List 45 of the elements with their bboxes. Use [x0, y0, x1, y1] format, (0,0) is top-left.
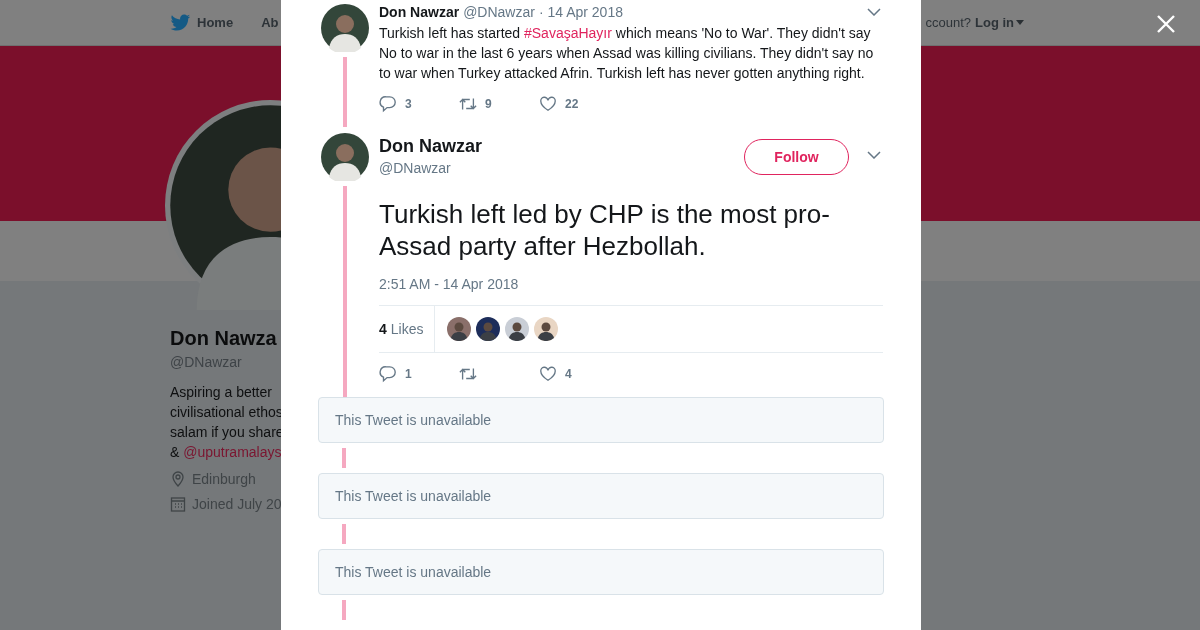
tweet-text: Turkish left has started #SavaşaHayır which means 'No to War'. They didn't say No to war in the last 6 years when Assad was killing civilians. They didn't say no to war when Turkey attacked Afrin. Turkish left has never gotten anything right.: [379, 24, 875, 83]
avatar-icon[interactable]: [321, 133, 369, 181]
retweet-count: 9: [485, 97, 492, 111]
nav-link[interactable]: Ab: [261, 15, 279, 30]
unavailable-notice: This Tweet is unavailable: [335, 564, 492, 580]
avatar-icon[interactable]: [321, 4, 369, 52]
nav-link[interactable]: Home: [197, 15, 234, 30]
like-count: 22: [565, 97, 579, 111]
profile-handle: @DNawzar: [170, 354, 242, 370]
login-link[interactable]: Log in: [975, 15, 1024, 30]
bio-text: salam if you share: [170, 423, 284, 442]
profile-name: Don Nawza: [170, 327, 277, 350]
chevron-icon[interactable]: [867, 8, 881, 16]
follow-button[interactable]: Follow: [744, 138, 849, 175]
author-handle[interactable]: @DNawzar: [379, 160, 744, 176]
author-handle[interactable]: @DNawzar: [463, 4, 535, 20]
likes-count[interactable]: 4 Likes: [379, 306, 436, 352]
author-name[interactable]: Don Nawzar: [379, 136, 744, 157]
user-avatar-icon[interactable]: [534, 317, 559, 341]
heart-icon[interactable]: [539, 95, 557, 113]
tweet-date[interactable]: · 14 Apr 2018: [538, 4, 623, 20]
reply-icon[interactable]: [379, 365, 397, 383]
heart-icon[interactable]: [539, 365, 557, 383]
caret-icon: [1016, 20, 1024, 25]
bio-text: civilisational ethos: [170, 403, 283, 422]
unavailable-notice: This Tweet is unavailable: [335, 488, 492, 504]
calendar-icon: [170, 496, 186, 512]
user-avatar-icon[interactable]: [476, 317, 501, 341]
reply-icon[interactable]: [379, 95, 397, 113]
user-avatar-icon[interactable]: [505, 317, 530, 341]
bio-text: Aspiring a better: [170, 383, 272, 402]
reply-count: 3: [405, 97, 412, 111]
tweet-text: Turkish left led by CHP is the most pro-Assad party after Hezbollah.: [379, 198, 831, 262]
chevron-icon[interactable]: [867, 150, 881, 159]
user-avatar-icon[interactable]: [447, 317, 472, 341]
close-icon: [1156, 14, 1176, 34]
author-name[interactable]: Don Nawzar: [379, 4, 460, 20]
location-pin-icon: [170, 471, 186, 487]
bio-text: &: [170, 444, 180, 460]
reply-count: 1: [405, 367, 412, 381]
unavailable-notice: This Tweet is unavailable: [335, 412, 492, 428]
account-prompt: ccount?: [925, 15, 971, 30]
hashtag-link[interactable]: #SavaşaHayır: [524, 25, 612, 41]
tweet-timestamp[interactable]: 2:51 AM - 14 Apr 2018: [379, 276, 883, 292]
like-count: 4: [565, 367, 572, 381]
